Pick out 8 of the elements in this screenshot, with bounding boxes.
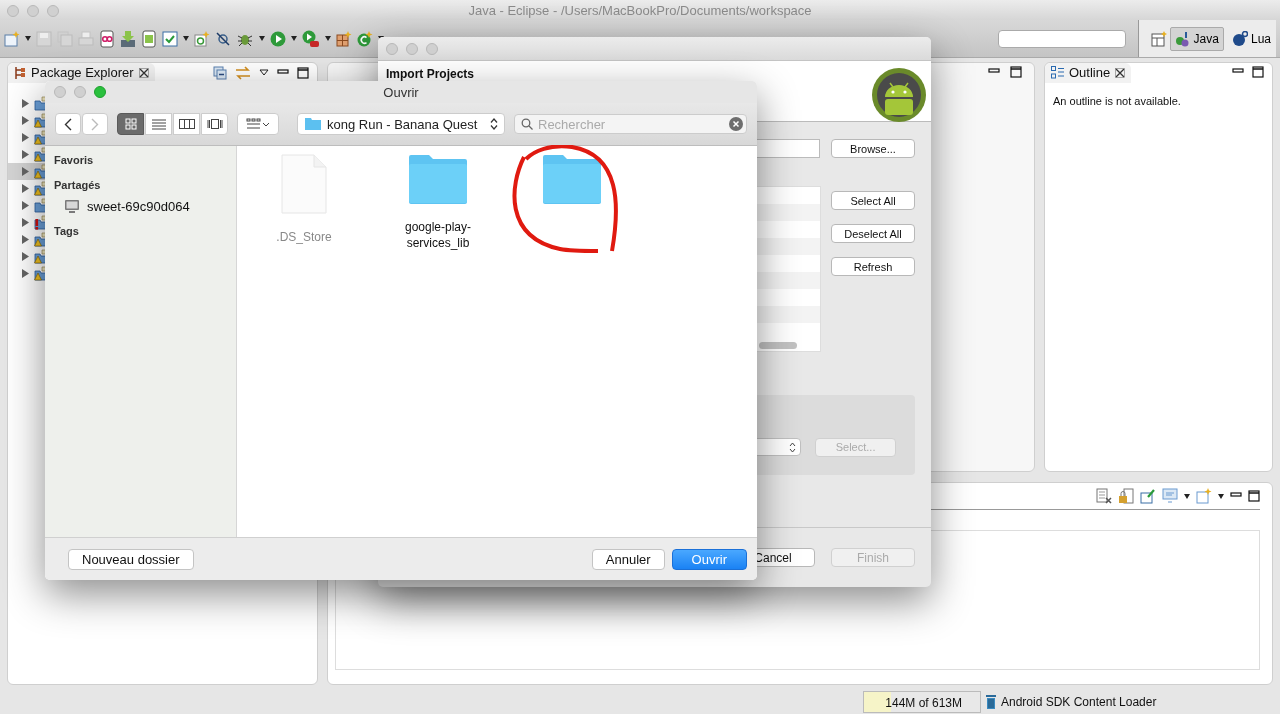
sidebar-heading: Tags xyxy=(54,225,80,237)
status-task: Android SDK Content Loader xyxy=(1001,695,1157,709)
dialog-title: Import Projects xyxy=(386,67,475,81)
outline-message: An outline is not available. xyxy=(1053,95,1182,107)
window-title: Java - Eclipse - /Users/MacBookPro/Documents/workspace xyxy=(468,2,812,18)
dialog-title: Ouvrir xyxy=(383,84,419,100)
sidebar-heading: Favoris xyxy=(54,154,95,166)
sidebar-heading: Partagés xyxy=(54,179,102,191)
